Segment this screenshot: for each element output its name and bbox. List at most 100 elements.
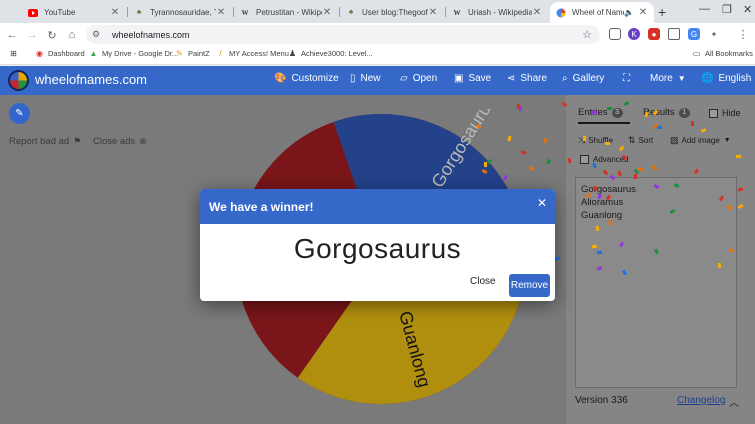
bookmark-my-drive[interactable]: ▲ My Drive - Google Dr... <box>89 49 179 58</box>
add-image-button[interactable]: ▨ Add image ▼ <box>670 133 731 147</box>
new-tab-button[interactable]: + <box>658 4 666 20</box>
nav-customize[interactable]: 🎨 Customize <box>274 73 339 84</box>
site-brand[interactable]: wheelofnames.com <box>35 72 147 87</box>
minimize-icon[interactable]: — <box>699 3 710 15</box>
k-extension-icon[interactable]: K <box>628 28 640 40</box>
close-icon[interactable]: ✕ <box>428 7 438 18</box>
close-button[interactable]: Close <box>470 276 496 287</box>
tab-title: YouTube <box>44 8 76 17</box>
browser-tab-user-blog[interactable]: ♣ User blog:Thegoofyah ✕ <box>340 2 444 23</box>
bookmark-label: My Drive - Google Dr... <box>102 49 179 58</box>
active-tab-underline <box>578 122 630 124</box>
report-bad-ad-link[interactable]: Report bad ad ⚑ <box>9 136 81 147</box>
apps-grid-icon[interactable]: ⊞ <box>9 49 22 58</box>
address-bar[interactable]: ⚙ wheelofnames.com ☆ <box>86 25 600 44</box>
window-close-icon[interactable]: ✕ <box>743 3 752 16</box>
checkbox-box[interactable] <box>580 155 589 164</box>
nav-share[interactable]: ⋖ Share <box>507 73 547 84</box>
tab-title: Wheel of Names | <box>572 8 624 17</box>
confetti-piece <box>543 138 548 144</box>
confetti-piece <box>517 103 521 109</box>
tab-title: Petrustitan - Wikipedia <box>256 8 322 17</box>
browser-tab-youtube[interactable]: YouTube ✕ <box>22 2 126 23</box>
remove-button[interactable]: Remove <box>509 274 550 297</box>
add-image-label: Add image <box>681 135 720 145</box>
bookmark-achieve3000[interactable]: ♟ Achieve3000: Level... <box>288 49 373 58</box>
checkbox-box[interactable] <box>709 108 718 118</box>
close-icon[interactable]: ✕ <box>322 7 332 18</box>
record-extension-icon[interactable]: ● <box>648 28 660 40</box>
tab-entries[interactable]: Entries3 <box>578 107 623 118</box>
nav-label: Save <box>468 73 492 84</box>
nav-fullscreen[interactable]: ⛶ <box>623 73 635 84</box>
shield-extension-icon[interactable] <box>609 28 621 40</box>
achieve-icon: ♟ <box>288 49 297 58</box>
wheel-icon <box>556 8 566 18</box>
sort-button[interactable]: ⇅ Sort <box>628 133 653 147</box>
browser-tab-uriash[interactable]: W Uriash - Wikipedia ✕ <box>446 2 548 23</box>
entry-line: Alioramus <box>581 197 624 208</box>
bookmark-paintz[interactable]: ✎ PaintZ <box>175 49 210 58</box>
bookmark-label: Dashboard <box>48 49 85 58</box>
changelog-link[interactable]: Changelog <box>677 395 725 406</box>
close-icon[interactable]: ✕ <box>638 7 648 18</box>
close-icon[interactable]: ✕ <box>216 7 226 18</box>
heart-extension-icon[interactable] <box>668 28 680 40</box>
nav-save[interactable]: ▣ Save <box>454 73 491 84</box>
hide-label: Hide <box>722 108 741 118</box>
close-icon[interactable]: ✕ <box>110 7 120 18</box>
nav-more[interactable]: More ▼ <box>650 73 686 84</box>
bookmark-star-icon[interactable]: ☆ <box>582 28 592 41</box>
pen-icon: / <box>219 49 222 58</box>
restore-icon[interactable]: ❐ <box>722 3 732 16</box>
translate-extension-icon[interactable]: G <box>688 28 700 40</box>
edit-pencil-icon[interactable]: ✎ <box>9 103 30 124</box>
bookmark-dashboard[interactable]: ◉ Dashboard <box>35 49 85 58</box>
nav-label: Customize <box>291 73 339 84</box>
dialog-close-icon[interactable]: ✕ <box>537 196 547 210</box>
nav-open[interactable]: ▱ Open <box>400 73 437 84</box>
bookmark-my-access[interactable]: / MY Access! Menu <box>216 49 289 58</box>
nav-gallery[interactable]: ⌕ Gallery <box>562 73 604 84</box>
dialog-header: We have a winner! ✕ <box>200 189 555 224</box>
entries-count-badge: 3 <box>611 107 623 118</box>
entries-textarea[interactable]: Gorgosaurus Alioramus Guanlong <box>575 177 737 388</box>
globe-icon: 🌐 <box>701 73 714 84</box>
tab-title: User blog:Thegoofyah <box>362 8 428 17</box>
nav-label: Share <box>520 73 548 84</box>
browser-tab-tyrannosauridae[interactable]: ♣ Tyrannosauridae, Tyra ✕ <box>128 2 232 23</box>
close-icon[interactable]: ✕ <box>532 7 542 18</box>
browser-tab-wheel-of-names[interactable]: Wheel of Names | 🔈 ✕ <box>550 2 654 23</box>
nav-label: More <box>650 73 673 84</box>
confetti-piece <box>591 244 598 249</box>
home-icon[interactable]: ⌂ <box>64 27 80 43</box>
confetti-piece <box>607 106 613 111</box>
browser-tab-petrustitan[interactable]: W Petrustitan - Wikipedia ✕ <box>234 2 338 23</box>
close-ads-link[interactable]: Close ads ⊗ <box>93 136 147 147</box>
menu-kebab-icon[interactable]: ⋮ <box>737 28 749 41</box>
reload-icon[interactable]: ↻ <box>44 27 60 43</box>
nav-language[interactable]: 🌐 English <box>701 73 751 84</box>
site-info-icon[interactable]: ⚙ <box>92 29 106 40</box>
confetti-piece <box>546 158 552 165</box>
entry-line: Guanlong <box>581 210 623 221</box>
dashboard-icon: ◉ <box>36 49 43 58</box>
confetti-piece <box>596 250 602 254</box>
confetti-piece <box>736 154 742 158</box>
nav-new[interactable]: ▯ New <box>350 73 381 84</box>
chevron-up-icon[interactable]: ︿ <box>729 394 739 409</box>
wheel-logo-icon[interactable] <box>8 70 29 91</box>
extensions-puzzle-icon[interactable]: ✦ <box>708 28 720 40</box>
version-text: Version 336 <box>575 395 628 406</box>
forward-icon[interactable]: → <box>24 27 40 43</box>
dino-icon: ♣ <box>136 9 142 16</box>
speaker-icon[interactable]: 🔈 <box>624 8 634 17</box>
all-bookmarks[interactable]: ▭ All Bookmarks <box>692 49 753 58</box>
close-circle-icon: ⊗ <box>139 136 147 146</box>
save-icon: ▣ <box>454 73 464 84</box>
winner-dialog: We have a winner! ✕ Gorgosaurus Close Re… <box>200 189 555 301</box>
hide-checkbox[interactable]: Hide <box>709 108 741 118</box>
tab-results[interactable]: Results 1 <box>643 107 690 118</box>
site-navbar: wheelofnames.com 🎨 Customize ▯ New ▱ Open ▣… <box>0 66 755 95</box>
back-icon[interactable]: ← <box>4 27 20 43</box>
